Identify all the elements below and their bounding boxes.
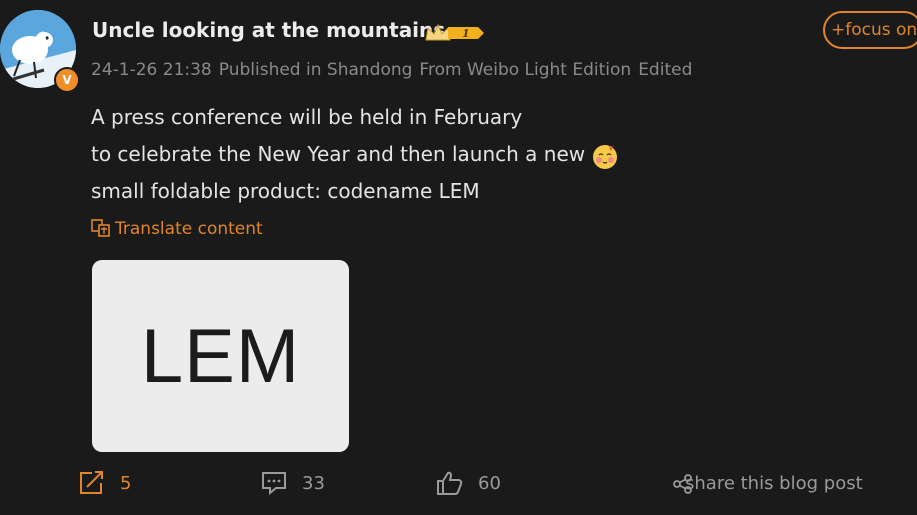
translate-icon (91, 219, 110, 237)
crown-level: 1 (462, 27, 470, 40)
comment-icon (262, 472, 286, 496)
share-icon (673, 474, 692, 494)
post-location: Published in Shandong (218, 60, 413, 80)
translate-label: Translate content (115, 219, 263, 239)
weibo-post: V Uncle looking at the mountains 1 24-1-… (0, 0, 917, 515)
content-line: small foldable product: codename LEM (91, 179, 480, 203)
like-button[interactable]: 60 (436, 468, 501, 498)
post-content: A press conference will be held in Febru… (91, 99, 619, 210)
repost-icon (80, 471, 103, 494)
content-line: to celebrate the New Year and then launc… (91, 136, 619, 173)
translate-button[interactable]: Translate content (91, 219, 263, 239)
repost-button[interactable]: 5 (78, 468, 131, 498)
crown-icon: 1 (425, 23, 484, 41)
share-label: share this blog post (685, 472, 863, 494)
verified-badge: V (54, 67, 80, 93)
repost-count: 5 (120, 472, 132, 494)
author-name[interactable]: Uncle looking at the mountains (92, 18, 445, 42)
post-source: From Weibo Light Edition (419, 60, 632, 80)
share-button[interactable]: share this blog post (672, 468, 863, 498)
content-line: A press conference will be held in Febru… (91, 105, 523, 129)
like-count: 60 (478, 472, 501, 494)
comment-button[interactable]: 33 (260, 468, 325, 498)
follow-button[interactable]: +focus on (823, 11, 917, 49)
comment-count: 33 (302, 472, 325, 494)
post-image[interactable]: LEM (92, 260, 349, 452)
post-date: 24-1-26 21:38 (91, 60, 212, 80)
post-edited[interactable]: Edited (638, 60, 692, 80)
thumbs-up-icon (437, 471, 463, 495)
post-meta: 24-1-26 21:38 Published in Shandong From W… (91, 60, 699, 80)
shy-face-emoji-icon (593, 144, 618, 169)
post-image-text: LEM (140, 313, 301, 399)
